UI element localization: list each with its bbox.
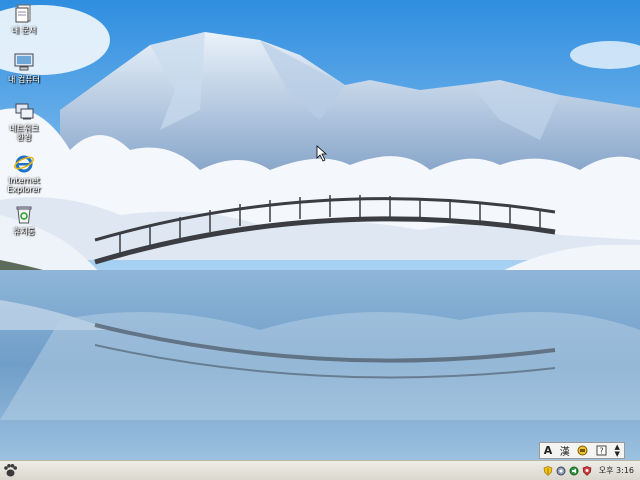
ime-pad-icon[interactable] <box>577 445 588 456</box>
desktop-icon-label: 네트워크 환경 <box>9 124 39 142</box>
desktop-icon-network-places[interactable]: 네트워크 환경 <box>0 100 54 142</box>
desktop-icon-my-computer[interactable]: 내 컴퓨터 <box>0 51 54 84</box>
desktop-icon-my-documents[interactable]: 내 문서 <box>0 2 54 35</box>
volume-icon[interactable] <box>569 466 579 476</box>
ime-mode-toggle[interactable]: A <box>544 444 553 457</box>
ime-help-icon[interactable]: ? <box>596 445 607 456</box>
desktop-icon-label: 내 컴퓨터 <box>8 75 40 84</box>
ime-hanja-button[interactable]: 漢 <box>560 443 570 458</box>
ime-options-chevron-icon[interactable]: ▲ ▼ <box>614 443 620 458</box>
my-computer-icon <box>14 53 34 71</box>
desktop-icon-label: Internet Explorer <box>7 176 41 194</box>
desktop-icon-recycle-bin[interactable]: 휴지통 <box>0 203 54 236</box>
network-places-icon <box>15 103 34 120</box>
network-icon[interactable] <box>556 466 566 476</box>
antivirus-icon[interactable] <box>582 465 592 476</box>
desktop-icon-label: 휴지통 <box>12 227 36 236</box>
system-tray: 오후 3:16 <box>543 461 634 480</box>
desktop-icon-label: 내 문서 <box>11 26 37 35</box>
taskbar-clock[interactable]: 오후 3:16 <box>599 465 634 476</box>
ime-language-bar[interactable]: A 漢 ? ▲ ▼ <box>539 442 625 459</box>
desktop-icon-internet-explorer[interactable]: Internet Explorer <box>0 152 54 194</box>
desktop-wallpaper <box>0 0 640 460</box>
security-shield-icon[interactable] <box>543 465 553 476</box>
my-documents-icon <box>15 4 31 23</box>
internet-explorer-icon <box>14 155 34 173</box>
svg-text:?: ? <box>599 447 603 456</box>
start-paw-icon[interactable] <box>2 462 19 479</box>
taskbar: 오후 3:16 <box>0 460 640 480</box>
recycle-bin-icon <box>16 206 32 224</box>
